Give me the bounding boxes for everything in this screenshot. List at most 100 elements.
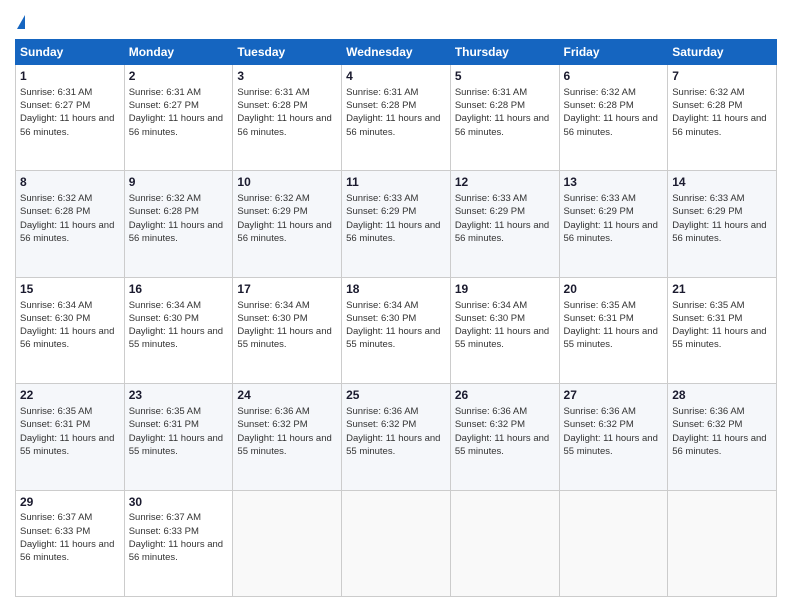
col-header-friday: Friday <box>559 40 668 65</box>
sunset-text: Sunset: 6:32 PM <box>346 419 416 430</box>
day-number: 5 <box>455 68 555 85</box>
daylight-text: Daylight: 11 hours and 55 minutes. <box>20 433 114 457</box>
day-cell: 18Sunrise: 6:34 AMSunset: 6:30 PMDayligh… <box>342 277 451 383</box>
day-cell: 12Sunrise: 6:33 AMSunset: 6:29 PMDayligh… <box>450 171 559 277</box>
daylight-text: Daylight: 11 hours and 56 minutes. <box>672 113 766 137</box>
day-cell <box>559 490 668 596</box>
sunset-text: Sunset: 6:28 PM <box>237 100 307 111</box>
day-cell: 10Sunrise: 6:32 AMSunset: 6:29 PMDayligh… <box>233 171 342 277</box>
sunset-text: Sunset: 6:30 PM <box>20 313 90 324</box>
daylight-text: Daylight: 11 hours and 56 minutes. <box>129 220 223 244</box>
day-cell: 27Sunrise: 6:36 AMSunset: 6:32 PMDayligh… <box>559 384 668 490</box>
day-cell: 3 Sunrise: 6:31 AM Sunset: 6:28 PM Daylight… <box>233 65 342 171</box>
sunset-text: Sunset: 6:32 PM <box>672 419 742 430</box>
day-number: 6 <box>564 68 664 85</box>
day-number: 2 <box>129 68 229 85</box>
day-number: 14 <box>672 174 772 191</box>
header <box>15 15 777 29</box>
sunset-text: Sunset: 6:28 PM <box>346 100 416 111</box>
logo-triangle-icon <box>17 15 25 29</box>
sunset-text: Sunset: 6:28 PM <box>672 100 742 111</box>
day-number: 25 <box>346 387 446 404</box>
daylight-text: Daylight: 11 hours and 55 minutes. <box>237 326 331 350</box>
sunrise-text: Sunrise: 6:36 AM <box>237 406 309 417</box>
day-cell: 13Sunrise: 6:33 AMSunset: 6:29 PMDayligh… <box>559 171 668 277</box>
sunset-text: Sunset: 6:28 PM <box>564 100 634 111</box>
daylight-text: Daylight: 11 hours and 55 minutes. <box>237 433 331 457</box>
col-header-saturday: Saturday <box>668 40 777 65</box>
day-number: 27 <box>564 387 664 404</box>
day-number: 3 <box>237 68 337 85</box>
day-number: 1 <box>20 68 120 85</box>
day-cell: 17Sunrise: 6:34 AMSunset: 6:30 PMDayligh… <box>233 277 342 383</box>
day-number: 23 <box>129 387 229 404</box>
daylight-text: Daylight: 11 hours and 56 minutes. <box>129 539 223 563</box>
sunrise-text: Sunrise: 6:35 AM <box>672 300 744 311</box>
sunrise-text: Sunrise: 6:36 AM <box>564 406 636 417</box>
sunrise-text: Sunrise: 6:34 AM <box>129 300 201 311</box>
col-header-wednesday: Wednesday <box>342 40 451 65</box>
sunrise-text: Sunrise: 6:32 AM <box>237 193 309 204</box>
sunset-text: Sunset: 6:33 PM <box>129 526 199 537</box>
week-row-4: 22Sunrise: 6:35 AMSunset: 6:31 PMDayligh… <box>16 384 777 490</box>
sunset-text: Sunset: 6:32 PM <box>455 419 525 430</box>
sunset-text: Sunset: 6:29 PM <box>455 206 525 217</box>
day-cell: 4 Sunrise: 6:31 AM Sunset: 6:28 PM Daylight… <box>342 65 451 171</box>
daylight-text: Daylight: 11 hours and 56 minutes. <box>20 220 114 244</box>
daylight-text: Daylight: 11 hours and 55 minutes. <box>346 326 440 350</box>
day-number: 4 <box>346 68 446 85</box>
day-cell: 16Sunrise: 6:34 AMSunset: 6:30 PMDayligh… <box>124 277 233 383</box>
col-header-thursday: Thursday <box>450 40 559 65</box>
sunset-text: Sunset: 6:33 PM <box>20 526 90 537</box>
day-number: 21 <box>672 281 772 298</box>
day-number: 11 <box>346 174 446 191</box>
day-cell: 23Sunrise: 6:35 AMSunset: 6:31 PMDayligh… <box>124 384 233 490</box>
daylight-text: Daylight: 11 hours and 56 minutes. <box>346 220 440 244</box>
sunrise-text: Sunrise: 6:32 AM <box>564 87 636 98</box>
daylight-text: Daylight: 11 hours and 55 minutes. <box>346 433 440 457</box>
day-number: 16 <box>129 281 229 298</box>
day-cell: 5Sunrise: 6:31 AMSunset: 6:28 PMDaylight… <box>450 65 559 171</box>
daylight-text: Daylight: 11 hours and 56 minutes. <box>346 113 440 137</box>
day-number: 9 <box>129 174 229 191</box>
sunset-text: Sunset: 6:31 PM <box>672 313 742 324</box>
sunset-text: Sunset: 6:30 PM <box>455 313 525 324</box>
daylight-text: Daylight: 11 hours and 56 minutes. <box>564 113 658 137</box>
sunrise-text: Sunrise: 6:33 AM <box>346 193 418 204</box>
day-number: 22 <box>20 387 120 404</box>
day-number: 30 <box>129 494 229 511</box>
day-number: 17 <box>237 281 337 298</box>
daylight-text: Daylight: 11 hours and 56 minutes. <box>129 113 223 137</box>
day-number: 19 <box>455 281 555 298</box>
sunset-text: Sunset: 6:28 PM <box>20 206 90 217</box>
week-row-2: 8Sunrise: 6:32 AMSunset: 6:28 PMDaylight… <box>16 171 777 277</box>
sunset-text: Sunset: 6:27 PM <box>20 100 90 111</box>
daylight-text: Daylight: 11 hours and 56 minutes. <box>672 433 766 457</box>
day-cell: 29Sunrise: 6:37 AMSunset: 6:33 PMDayligh… <box>16 490 125 596</box>
daylight-text: Daylight: 11 hours and 55 minutes. <box>455 433 549 457</box>
daylight-text: Daylight: 11 hours and 55 minutes. <box>564 326 658 350</box>
sunrise-text: Sunrise: 6:31 AM <box>237 87 309 98</box>
day-cell: 14Sunrise: 6:33 AMSunset: 6:29 PMDayligh… <box>668 171 777 277</box>
sunset-text: Sunset: 6:31 PM <box>129 419 199 430</box>
day-number: 29 <box>20 494 120 511</box>
logo <box>15 15 25 29</box>
sunrise-text: Sunrise: 6:34 AM <box>455 300 527 311</box>
sunrise-text: Sunrise: 6:36 AM <box>346 406 418 417</box>
sunset-text: Sunset: 6:30 PM <box>346 313 416 324</box>
col-header-sunday: Sunday <box>16 40 125 65</box>
daylight-text: Daylight: 11 hours and 56 minutes. <box>237 113 331 137</box>
sunset-text: Sunset: 6:29 PM <box>564 206 634 217</box>
day-cell <box>668 490 777 596</box>
calendar-table: SundayMondayTuesdayWednesdayThursdayFrid… <box>15 39 777 597</box>
daylight-text: Daylight: 11 hours and 56 minutes. <box>20 113 114 137</box>
day-number: 24 <box>237 387 337 404</box>
day-cell <box>342 490 451 596</box>
day-cell: 21Sunrise: 6:35 AMSunset: 6:31 PMDayligh… <box>668 277 777 383</box>
daylight-text: Daylight: 11 hours and 55 minutes. <box>129 433 223 457</box>
daylight-text: Daylight: 11 hours and 55 minutes. <box>455 326 549 350</box>
sunrise-text: Sunrise: 6:33 AM <box>672 193 744 204</box>
day-number: 10 <box>237 174 337 191</box>
daylight-text: Daylight: 11 hours and 56 minutes. <box>564 220 658 244</box>
sunrise-text: Sunrise: 6:31 AM <box>346 87 418 98</box>
